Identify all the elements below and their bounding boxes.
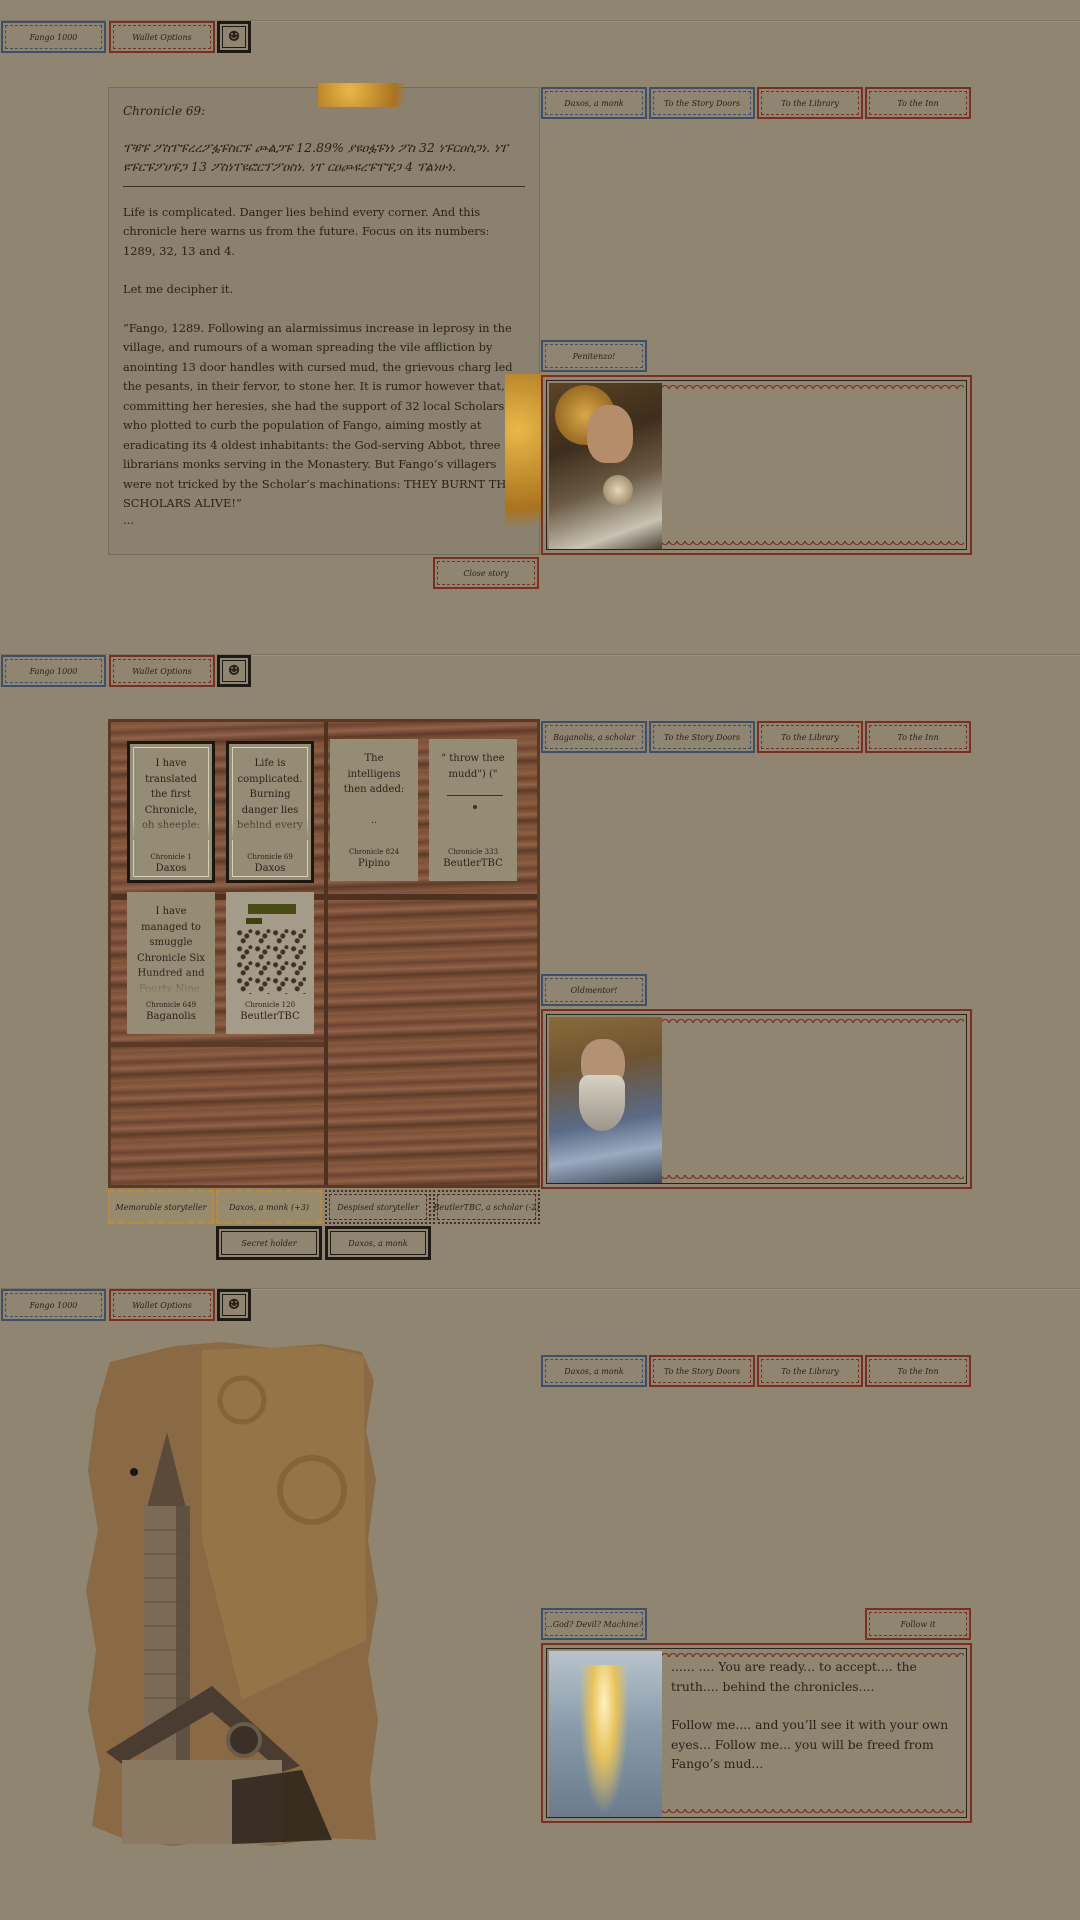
card-author: Pipino — [358, 858, 390, 869]
mask-icon[interactable]: ☻ — [217, 655, 251, 687]
card-author: Baganolis — [146, 1011, 196, 1022]
account-button[interactable]: Fango 1000 — [1, 1289, 106, 1321]
account-button[interactable]: Fango 1000 — [1, 21, 106, 53]
card-redaction — [246, 918, 262, 924]
tower-shaft-shading — [176, 1506, 190, 1774]
dialog-paragraph-2: Follow me.... and you’ll see it with you… — [671, 1717, 949, 1771]
dialog-box — [541, 375, 972, 555]
follow-it-button[interactable]: Follow it — [865, 1608, 971, 1640]
story-doors-button[interactable]: To the Story Doors — [649, 721, 755, 753]
shelf-divider — [324, 722, 328, 1185]
wallet-options-button[interactable]: Wallet Options — [109, 1289, 215, 1321]
rose-window — [226, 1722, 262, 1758]
secret-holder-badge: Secret holder — [216, 1226, 322, 1260]
chronicle-card[interactable]: I have translated the first Chronicle, o… — [127, 741, 215, 883]
card-scribble — [473, 805, 477, 809]
despised-storyteller-name: BeutlerTBC, a scholar (-2) — [433, 1190, 540, 1224]
card-fade — [229, 818, 311, 840]
memorable-storyteller-name: Daxos, a monk (+3) — [216, 1190, 322, 1224]
character-button[interactable]: Daxos, a monk — [541, 87, 647, 119]
wallet-options-button[interactable]: Wallet Options — [109, 21, 215, 53]
wallet-options-button[interactable]: Wallet Options — [109, 655, 215, 687]
mask-icon[interactable]: ☻ — [217, 1289, 251, 1321]
story-paragraph-2: Let me decipher it. — [123, 282, 233, 296]
bell-tower-illustration — [86, 1342, 378, 1846]
secret-holder-name: Daxos, a monk — [325, 1226, 431, 1260]
card-excerpt: " throw thee mudd") (" — [441, 753, 505, 780]
story-doors-button[interactable]: To the Story Doors — [649, 1355, 755, 1387]
shelf-board — [111, 1042, 324, 1047]
inn-button[interactable]: To the Inn — [865, 87, 971, 119]
story-quote: “Fango, 1289. Following an alarmissimus … — [123, 320, 520, 511]
dialog-box — [541, 1009, 972, 1189]
dialog-text: ...... .... You are ready... to accept..… — [671, 1657, 956, 1793]
speaker-tab: Penitenzo! — [541, 340, 647, 372]
portrait-heart — [603, 475, 633, 505]
gold-leaf-decoration — [318, 83, 424, 107]
card-redaction — [248, 904, 296, 914]
memorable-storyteller-badge: Memorable storyteller — [108, 1190, 214, 1224]
speaker-tab: Oldmentor! — [541, 974, 647, 1006]
card-excerpt: The intelligens then added: .. — [343, 753, 405, 826]
story-panel: Chronicle 69: ፐቹፑ ፖስፐፑረረፖፏፑስርፑ ጮልጋፑ 12.8… — [108, 87, 540, 555]
dialog-paragraph-1: ...... .... You are ready... to accept..… — [671, 1659, 917, 1694]
monk-portrait — [549, 383, 662, 549]
card-author: BeutlerTBC — [240, 1011, 300, 1022]
mask-glyph-icon: ☻ — [227, 29, 241, 45]
dialog-box: ...... .... You are ready... to accept..… — [541, 1643, 972, 1823]
spirit-light — [579, 1665, 629, 1815]
library-button[interactable]: To the Library — [757, 721, 863, 753]
close-story-button[interactable]: Close story — [433, 557, 539, 589]
mask-icon[interactable]: ☻ — [217, 21, 251, 53]
portrait-beard — [579, 1075, 625, 1131]
speaker-tab: ...God? Devil? Machine? — [541, 1608, 647, 1640]
story-divider — [123, 185, 525, 187]
card-scribble — [447, 795, 503, 796]
character-button[interactable]: Daxos, a monk — [541, 1355, 647, 1387]
chronicle-card[interactable]: Chronicle 120 BeutlerTBC — [226, 892, 314, 1034]
card-fade — [127, 972, 215, 994]
story-doors-button[interactable]: To the Story Doors — [649, 87, 755, 119]
inn-button[interactable]: To the Inn — [865, 1355, 971, 1387]
account-button[interactable]: Fango 1000 — [1, 655, 106, 687]
card-author: BeutlerTBC — [443, 858, 503, 869]
chronicle-card[interactable]: I have managed to smuggle Chronicle Six … — [127, 892, 215, 1034]
card-fade — [130, 818, 212, 840]
cipher-text: ፐቹፑ ፖስፐፑረረፖፏፑስርፑ ጮልጋፑ 12.89% ያዩዐፏፑነነ ፖስ … — [123, 139, 508, 174]
character-button[interactable]: Baganolis, a scholar — [541, 721, 647, 753]
mentor-portrait — [549, 1017, 662, 1183]
chronicle-card[interactable]: Life is complicated. Burning danger lies… — [226, 741, 314, 883]
portrait-face — [587, 405, 633, 463]
card-author: Daxos — [254, 863, 286, 874]
mask-glyph-icon: ☻ — [227, 1297, 241, 1313]
black-spot — [130, 1468, 138, 1476]
story-ellipsis: ... — [123, 512, 134, 527]
card-stains — [236, 928, 306, 994]
chronicle-card[interactable]: " throw thee mudd") (" Chronicle 333 Beu… — [429, 739, 517, 881]
spirit-portrait — [549, 1651, 662, 1817]
mask-glyph-icon: ☻ — [227, 663, 241, 679]
library-shelf: I have translated the first Chronicle, o… — [108, 719, 540, 1188]
story-paragraph-1: Life is complicated. Danger lies behind … — [123, 204, 490, 258]
chronicle-card[interactable]: The intelligens then added: .. Chronicle… — [330, 739, 418, 881]
card-author: Daxos — [155, 863, 187, 874]
despised-storyteller-badge: Despised storyteller — [325, 1190, 431, 1224]
library-button[interactable]: To the Library — [757, 87, 863, 119]
library-button[interactable]: To the Library — [757, 1355, 863, 1387]
inn-button[interactable]: To the Inn — [865, 721, 971, 753]
